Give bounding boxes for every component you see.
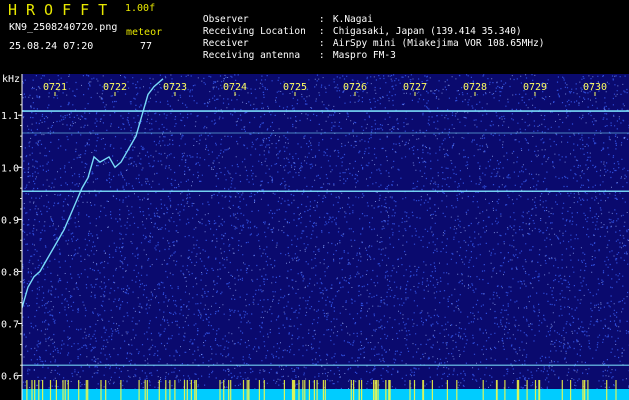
y-tick-label: 0.8 bbox=[1, 267, 19, 278]
time-tick-label: 0730 bbox=[583, 82, 607, 93]
app-version: 1.00f bbox=[125, 3, 156, 14]
time-tick-label: 0723 bbox=[163, 82, 187, 93]
time-tick-label: 0726 bbox=[343, 82, 367, 93]
time-tick-label: 0724 bbox=[223, 82, 247, 93]
capture-datetime: 25.08.24 07:20 bbox=[9, 41, 94, 52]
y-tick-label: 0.9 bbox=[1, 215, 19, 226]
spectrogram-panel: kHz 1.1 1.0 0.9 0.8 0.7 0.6 0721 0722 0723 0724 072… bbox=[0, 74, 629, 400]
y-tick-label: 1.1 bbox=[1, 111, 19, 122]
y-axis-panel bbox=[0, 74, 22, 400]
y-axis-unit: kHz bbox=[2, 74, 20, 85]
info-row-antenna: Receiving antenna: Maspro FM-3 bbox=[180, 39, 396, 72]
time-tick-label: 0721 bbox=[43, 82, 67, 93]
time-tick-label: 0728 bbox=[463, 82, 487, 93]
time-tick-label: 0725 bbox=[283, 82, 307, 93]
info-label: Receiving antenna bbox=[202, 50, 301, 61]
info-value: Maspro FM-3 bbox=[332, 50, 396, 61]
y-tick-label: 0.6 bbox=[1, 372, 19, 383]
time-tick-label: 0722 bbox=[103, 82, 127, 93]
app-title: HROFFT bbox=[8, 1, 117, 19]
time-tick-label: 0729 bbox=[523, 82, 547, 93]
y-tick-label: 0.7 bbox=[1, 320, 19, 331]
info-separator: : bbox=[318, 50, 325, 61]
header: HROFFT 1.00f KN9_2508240720.png meteor 2… bbox=[0, 0, 629, 74]
spectrogram-background bbox=[22, 74, 629, 392]
time-tick-label: 0727 bbox=[403, 82, 427, 93]
detection-mode: meteor bbox=[126, 27, 163, 38]
meteor-count: 77 bbox=[140, 41, 153, 52]
y-tick-label: 1.0 bbox=[1, 163, 19, 174]
spectrogram: kHz 1.1 1.0 0.9 0.8 0.7 0.6 0721 0722 0723 0724 072… bbox=[0, 74, 629, 400]
file-name: KN9_2508240720.png bbox=[9, 22, 118, 33]
